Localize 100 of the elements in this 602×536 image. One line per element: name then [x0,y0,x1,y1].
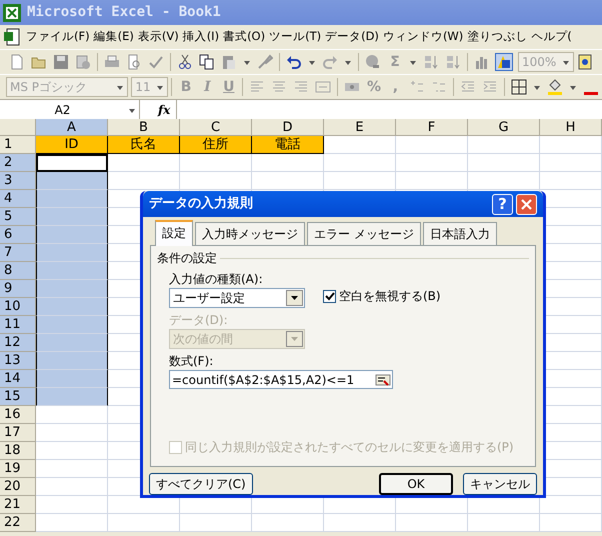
row-header[interactable]: 18 [0,442,36,460]
table-cell[interactable] [36,424,108,442]
row-header[interactable]: 4 [0,190,36,208]
tab[interactable]: 入力時メッセージ [195,222,305,245]
cut-icon[interactable] [177,54,193,70]
row-header[interactable]: 17 [0,424,36,442]
row-header[interactable]: 22 [0,514,36,532]
table-cell[interactable] [396,514,468,532]
table-cell[interactable] [324,172,396,190]
table-cell[interactable] [36,406,108,424]
caret-icon[interactable] [116,83,124,91]
column-header[interactable]: A [36,119,108,136]
new-document-icon[interactable] [9,54,25,70]
caret-icon[interactable] [308,58,316,66]
sort-ascending-icon[interactable] [423,54,439,70]
caret-icon[interactable] [290,294,299,302]
table-cell[interactable] [36,460,108,478]
column-header[interactable]: B [108,119,180,136]
selected-cell[interactable] [36,262,108,280]
save-icon[interactable] [53,54,69,70]
menu-item[interactable]: ヘルプ( [529,26,574,48]
undo-icon[interactable] [286,54,302,70]
table-cell[interactable]: ID [36,136,108,154]
help-button[interactable]: ? [492,194,513,214]
drawing-toolbar-icon[interactable] [496,54,512,70]
redo-icon[interactable] [322,54,338,70]
table-cell[interactable] [252,514,324,532]
row-header[interactable]: 9 [0,280,36,298]
column-header[interactable]: C [180,119,252,136]
table-cell[interactable] [540,154,602,172]
row-header[interactable]: 11 [0,316,36,334]
checkbox[interactable] [323,290,336,302]
row-header[interactable]: 1 [0,136,36,154]
function-button[interactable]: fx [158,100,170,118]
caret-icon[interactable] [568,83,577,91]
table-cell[interactable] [540,514,602,532]
close-button[interactable] [516,194,537,214]
selected-cell[interactable] [36,208,108,226]
table-cell[interactable] [108,514,180,532]
table-cell[interactable] [468,136,540,154]
dialog-button[interactable]: すべてクリア(C) [149,473,253,495]
selected-cell[interactable] [36,172,108,190]
row-header[interactable]: 15 [0,388,36,406]
workbook-icon[interactable] [3,28,21,46]
select-all-corner[interactable] [0,119,36,136]
menu-item[interactable]: ウィンドウ(W) [380,26,466,48]
sort-descending-icon[interactable] [445,54,461,70]
tab[interactable]: 日本語入力 [422,222,497,245]
menu-item[interactable]: ファイル(F) [24,26,92,48]
table-cell[interactable] [180,514,252,532]
menu-item[interactable]: データ(D) [323,26,381,48]
row-header[interactable]: 12 [0,334,36,352]
caret-icon[interactable] [156,83,164,91]
caret-icon[interactable] [344,58,352,66]
table-cell[interactable] [108,154,180,172]
table-cell[interactable] [396,172,468,190]
menu-item[interactable]: ツール(T) [267,26,324,48]
row-header[interactable]: 13 [0,352,36,370]
print-icon[interactable] [104,54,120,70]
table-cell[interactable] [324,136,396,154]
table-cell[interactable] [540,172,602,190]
table-cell[interactable]: 氏名 [108,136,180,154]
dialog-button[interactable]: キャンセル [463,473,537,495]
row-header[interactable]: 8 [0,262,36,280]
menu-item[interactable]: 表示(V) [136,26,181,48]
column-header[interactable]: D [252,119,324,136]
table-cell[interactable] [324,514,396,532]
selected-cell[interactable] [36,190,108,208]
selected-cell[interactable] [36,316,108,334]
row-header[interactable]: 10 [0,298,36,316]
row-header[interactable]: 5 [0,208,36,226]
table-cell[interactable] [468,514,540,532]
table-cell[interactable] [468,172,540,190]
tab[interactable]: 設定 [155,220,193,246]
row-header[interactable]: 21 [0,496,36,514]
selected-cell[interactable] [36,244,108,262]
table-cell[interactable] [252,172,324,190]
menu-item[interactable]: 書式(O) [221,26,268,48]
column-header[interactable]: F [396,119,468,136]
borders-icon[interactable] [510,79,527,95]
fill-color-icon[interactable] [546,79,563,95]
column-header[interactable]: H [540,119,602,136]
menu-item[interactable]: 挿入(I) [180,26,222,48]
table-cell[interactable] [108,172,180,190]
table-cell[interactable] [180,154,252,172]
row-header[interactable]: 20 [0,478,36,496]
selected-cell[interactable] [36,298,108,316]
table-cell[interactable] [180,172,252,190]
row-header[interactable]: 2 [0,154,36,172]
table-cell[interactable] [36,478,108,496]
row-header[interactable]: 6 [0,226,36,244]
copy-icon[interactable] [199,54,215,70]
row-header[interactable]: 7 [0,244,36,262]
row-header[interactable]: 14 [0,370,36,388]
table-cell[interactable] [36,514,108,532]
table-cell[interactable] [36,442,108,460]
range-select-icon[interactable] [375,372,391,386]
selected-cell[interactable] [36,226,108,244]
selected-cell[interactable] [36,334,108,352]
column-header[interactable]: G [468,119,540,136]
